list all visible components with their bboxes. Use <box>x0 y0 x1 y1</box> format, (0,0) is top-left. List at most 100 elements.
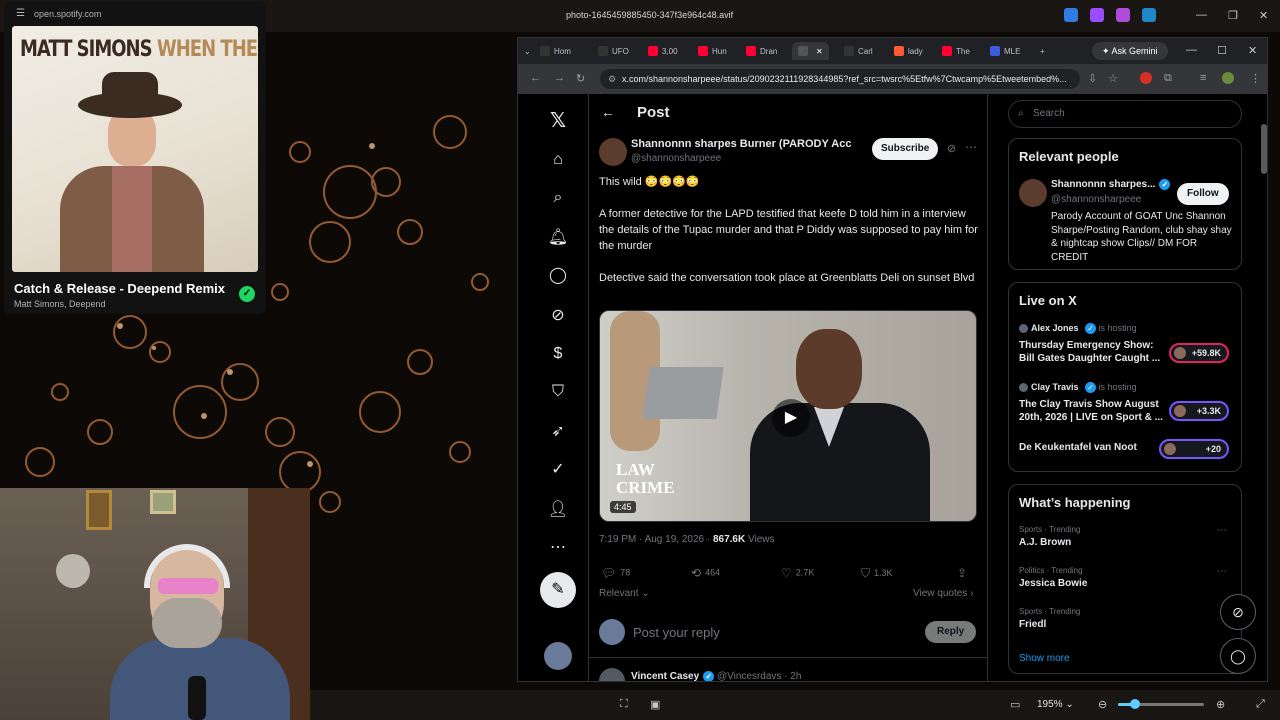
live-listeners-pill-1[interactable]: +59.8K <box>1169 343 1229 363</box>
edit-icon[interactable] <box>1064 8 1078 22</box>
maximize-icon[interactable]: ☐ <box>1217 44 1227 57</box>
new-tab-icon[interactable]: + <box>1040 42 1045 60</box>
back-arrow-icon[interactable]: ← <box>601 104 615 120</box>
grok-icon[interactable]: ⊘ <box>540 298 576 334</box>
relevant-person-avatar[interactable] <box>1019 179 1047 207</box>
crop-icon[interactable]: ▣ <box>650 698 660 711</box>
fullscreen-icon[interactable]: ⤢ <box>1256 698 1265 711</box>
like-action[interactable]: ♡ 2.7K <box>781 566 814 580</box>
copilot-icon[interactable] <box>1090 8 1104 22</box>
close-icon[interactable]: ✕ <box>1248 44 1257 57</box>
site-info-icon[interactable]: ⚙ <box>608 69 616 89</box>
tab-2[interactable]: UFO <box>598 42 629 60</box>
restore-icon[interactable]: ❐ <box>1228 9 1238 22</box>
tab-4[interactable]: Hun <box>698 42 727 60</box>
author-name[interactable]: Shannonnn sharpes Burner (PARODY Accou..… <box>631 138 851 150</box>
profile-icon[interactable]: 👤︎ <box>540 492 576 528</box>
live-host-1[interactable]: Alex Jones ✓ is hosting <box>1019 323 1137 335</box>
cloud-icon[interactable] <box>1142 8 1156 22</box>
reply-author-name[interactable]: Vincent Casey ✓ @Vincesrdavs · 2h <box>631 671 801 681</box>
trend-more-icon[interactable]: ⋯ <box>1217 525 1227 536</box>
back-icon[interactable]: ← <box>530 72 541 84</box>
media-icon[interactable]: ≡ <box>1200 72 1206 84</box>
live-title-3[interactable]: De Keukentafel van Noot <box>1019 441 1165 454</box>
live-listeners-pill-3[interactable]: +20 <box>1159 439 1229 459</box>
show-more-link[interactable]: Show more <box>1019 653 1070 664</box>
install-icon[interactable]: ⇩ <box>1088 72 1097 85</box>
zoom-slider[interactable] <box>1118 699 1204 709</box>
relevant-person-handle[interactable]: @shannonsharpeee <box>1051 194 1141 205</box>
explore-search-icon[interactable]: ⌕ <box>540 180 576 216</box>
minimize-icon[interactable]: — <box>1186 44 1197 56</box>
tab-1[interactable]: Hom <box>540 42 571 60</box>
tab-active[interactable]: ✕ <box>792 42 829 60</box>
view-quotes-link[interactable]: View quotes › <box>913 588 973 599</box>
close-icon[interactable]: ✕ <box>1259 9 1268 22</box>
spotify-miniplayer[interactable]: ☰ open.spotify.com MATT SIMONS WHEN THE … <box>4 2 266 314</box>
url-input[interactable]: ⚙ x.com/shannonsharpeee/status/209023211… <box>600 69 1080 89</box>
sort-relevant-dropdown[interactable]: Relevant ⌄ <box>599 588 650 599</box>
zoom-level-dropdown[interactable]: 195% ⌄ <box>1037 699 1074 710</box>
page-scrollbar[interactable] <box>1261 94 1267 681</box>
trend-more-icon[interactable]: ⋯ <box>1217 566 1227 577</box>
reply-action[interactable]: 💬︎ 78 <box>601 566 630 580</box>
share-icon[interactable]: ⇪ <box>957 566 971 580</box>
author-avatar[interactable] <box>599 138 627 166</box>
browser-menu-icon[interactable]: ⋮ <box>1250 72 1261 85</box>
adblock-extension-icon[interactable] <box>1140 72 1152 84</box>
tab-9[interactable]: The <box>942 42 970 60</box>
reply-input[interactable]: Post your reply <box>633 625 720 640</box>
x-logo-icon[interactable]: 𝕏 <box>540 102 576 138</box>
track-artists[interactable]: Matt Simons, Deepend <box>14 299 106 309</box>
trend-topic[interactable]: A.J. Brown <box>1019 537 1071 548</box>
grok-explain-icon[interactable]: ⊘ <box>947 142 956 155</box>
home-icon[interactable]: ⌂ <box>540 142 576 178</box>
live-title-1[interactable]: Thursday Emergency Show: Bill Gates Daug… <box>1019 339 1165 365</box>
minimize-icon[interactable]: — <box>1196 9 1207 21</box>
bookmarks-icon[interactable]: ⛉ <box>540 374 576 410</box>
live-host-2[interactable]: Clay Travis ✓ is hosting <box>1019 382 1137 394</box>
bookmark-action[interactable]: ⛉ 1.3K <box>861 566 893 581</box>
author-handle[interactable]: @shannonsharpeee <box>631 153 721 164</box>
menu-icon[interactable]: ☰ <box>16 8 25 19</box>
tab-3[interactable]: 3,00 <box>648 42 678 60</box>
reply-author-avatar[interactable] <box>599 668 625 681</box>
reload-icon[interactable]: ↻ <box>576 72 585 85</box>
trend-topic[interactable]: Jessica Bowie <box>1019 578 1087 589</box>
tab-7[interactable]: Carl <box>844 42 873 60</box>
forward-icon[interactable]: → <box>554 72 565 84</box>
fit-icon[interactable]: ⛶ <box>620 698 628 711</box>
check-circle-icon[interactable]: ✓ <box>239 286 255 302</box>
subscribe-button[interactable]: Subscribe <box>872 138 939 160</box>
aspect-icon[interactable]: ▭ <box>1010 698 1020 711</box>
live-listeners-pill-2[interactable]: +3.3K <box>1169 401 1229 421</box>
star-icon[interactable]: ☆ <box>1108 72 1118 85</box>
extensions-icon[interactable]: ⧉ <box>1164 72 1172 85</box>
grok-float-icon[interactable]: ⊘ <box>1220 594 1256 630</box>
track-title[interactable]: Catch & Release - Deepend Remix <box>14 281 225 296</box>
reply-button[interactable]: Reply <box>925 621 977 643</box>
search-input[interactable]: ⌕ Search <box>1008 100 1242 128</box>
repost-action[interactable]: ⟲ 464 <box>691 566 720 580</box>
messages-float-icon[interactable]: ◯ <box>1220 638 1256 674</box>
play-icon[interactable]: ▶ <box>772 399 810 437</box>
relevant-person-name[interactable]: Shannonnn sharpes... ✓ <box>1051 179 1171 190</box>
ask-gemini-button[interactable]: ✦ Ask Gemini <box>1092 42 1168 60</box>
tab-10[interactable]: MLE <box>990 42 1020 60</box>
tab-5[interactable]: Dran <box>746 42 777 60</box>
trend-topic[interactable]: Friedl <box>1019 619 1046 630</box>
notifications-bell-icon[interactable]: 🔔︎ <box>540 220 576 256</box>
jobs-rocket-icon[interactable]: ➶ <box>540 414 576 450</box>
video-player[interactable]: ▶ LAW CRIME 4:45 <box>599 310 977 522</box>
tab-8[interactable]: lady <box>894 42 923 60</box>
follow-button[interactable]: Follow <box>1177 183 1229 205</box>
messages-icon[interactable]: ◯ <box>540 258 576 294</box>
tab-search-icon[interactable]: ⌄ <box>524 42 531 60</box>
profile-avatar[interactable] <box>1222 72 1234 84</box>
more-icon[interactable]: ⋯ <box>540 530 576 566</box>
close-tab-icon[interactable]: ✕ <box>816 47 823 56</box>
zoom-in-icon[interactable]: ⊕ <box>1216 698 1225 711</box>
clipchamp-icon[interactable] <box>1116 8 1130 22</box>
verified-orgs-icon[interactable]: ✓ <box>540 452 576 488</box>
zoom-out-icon[interactable]: ⊖ <box>1098 698 1107 711</box>
